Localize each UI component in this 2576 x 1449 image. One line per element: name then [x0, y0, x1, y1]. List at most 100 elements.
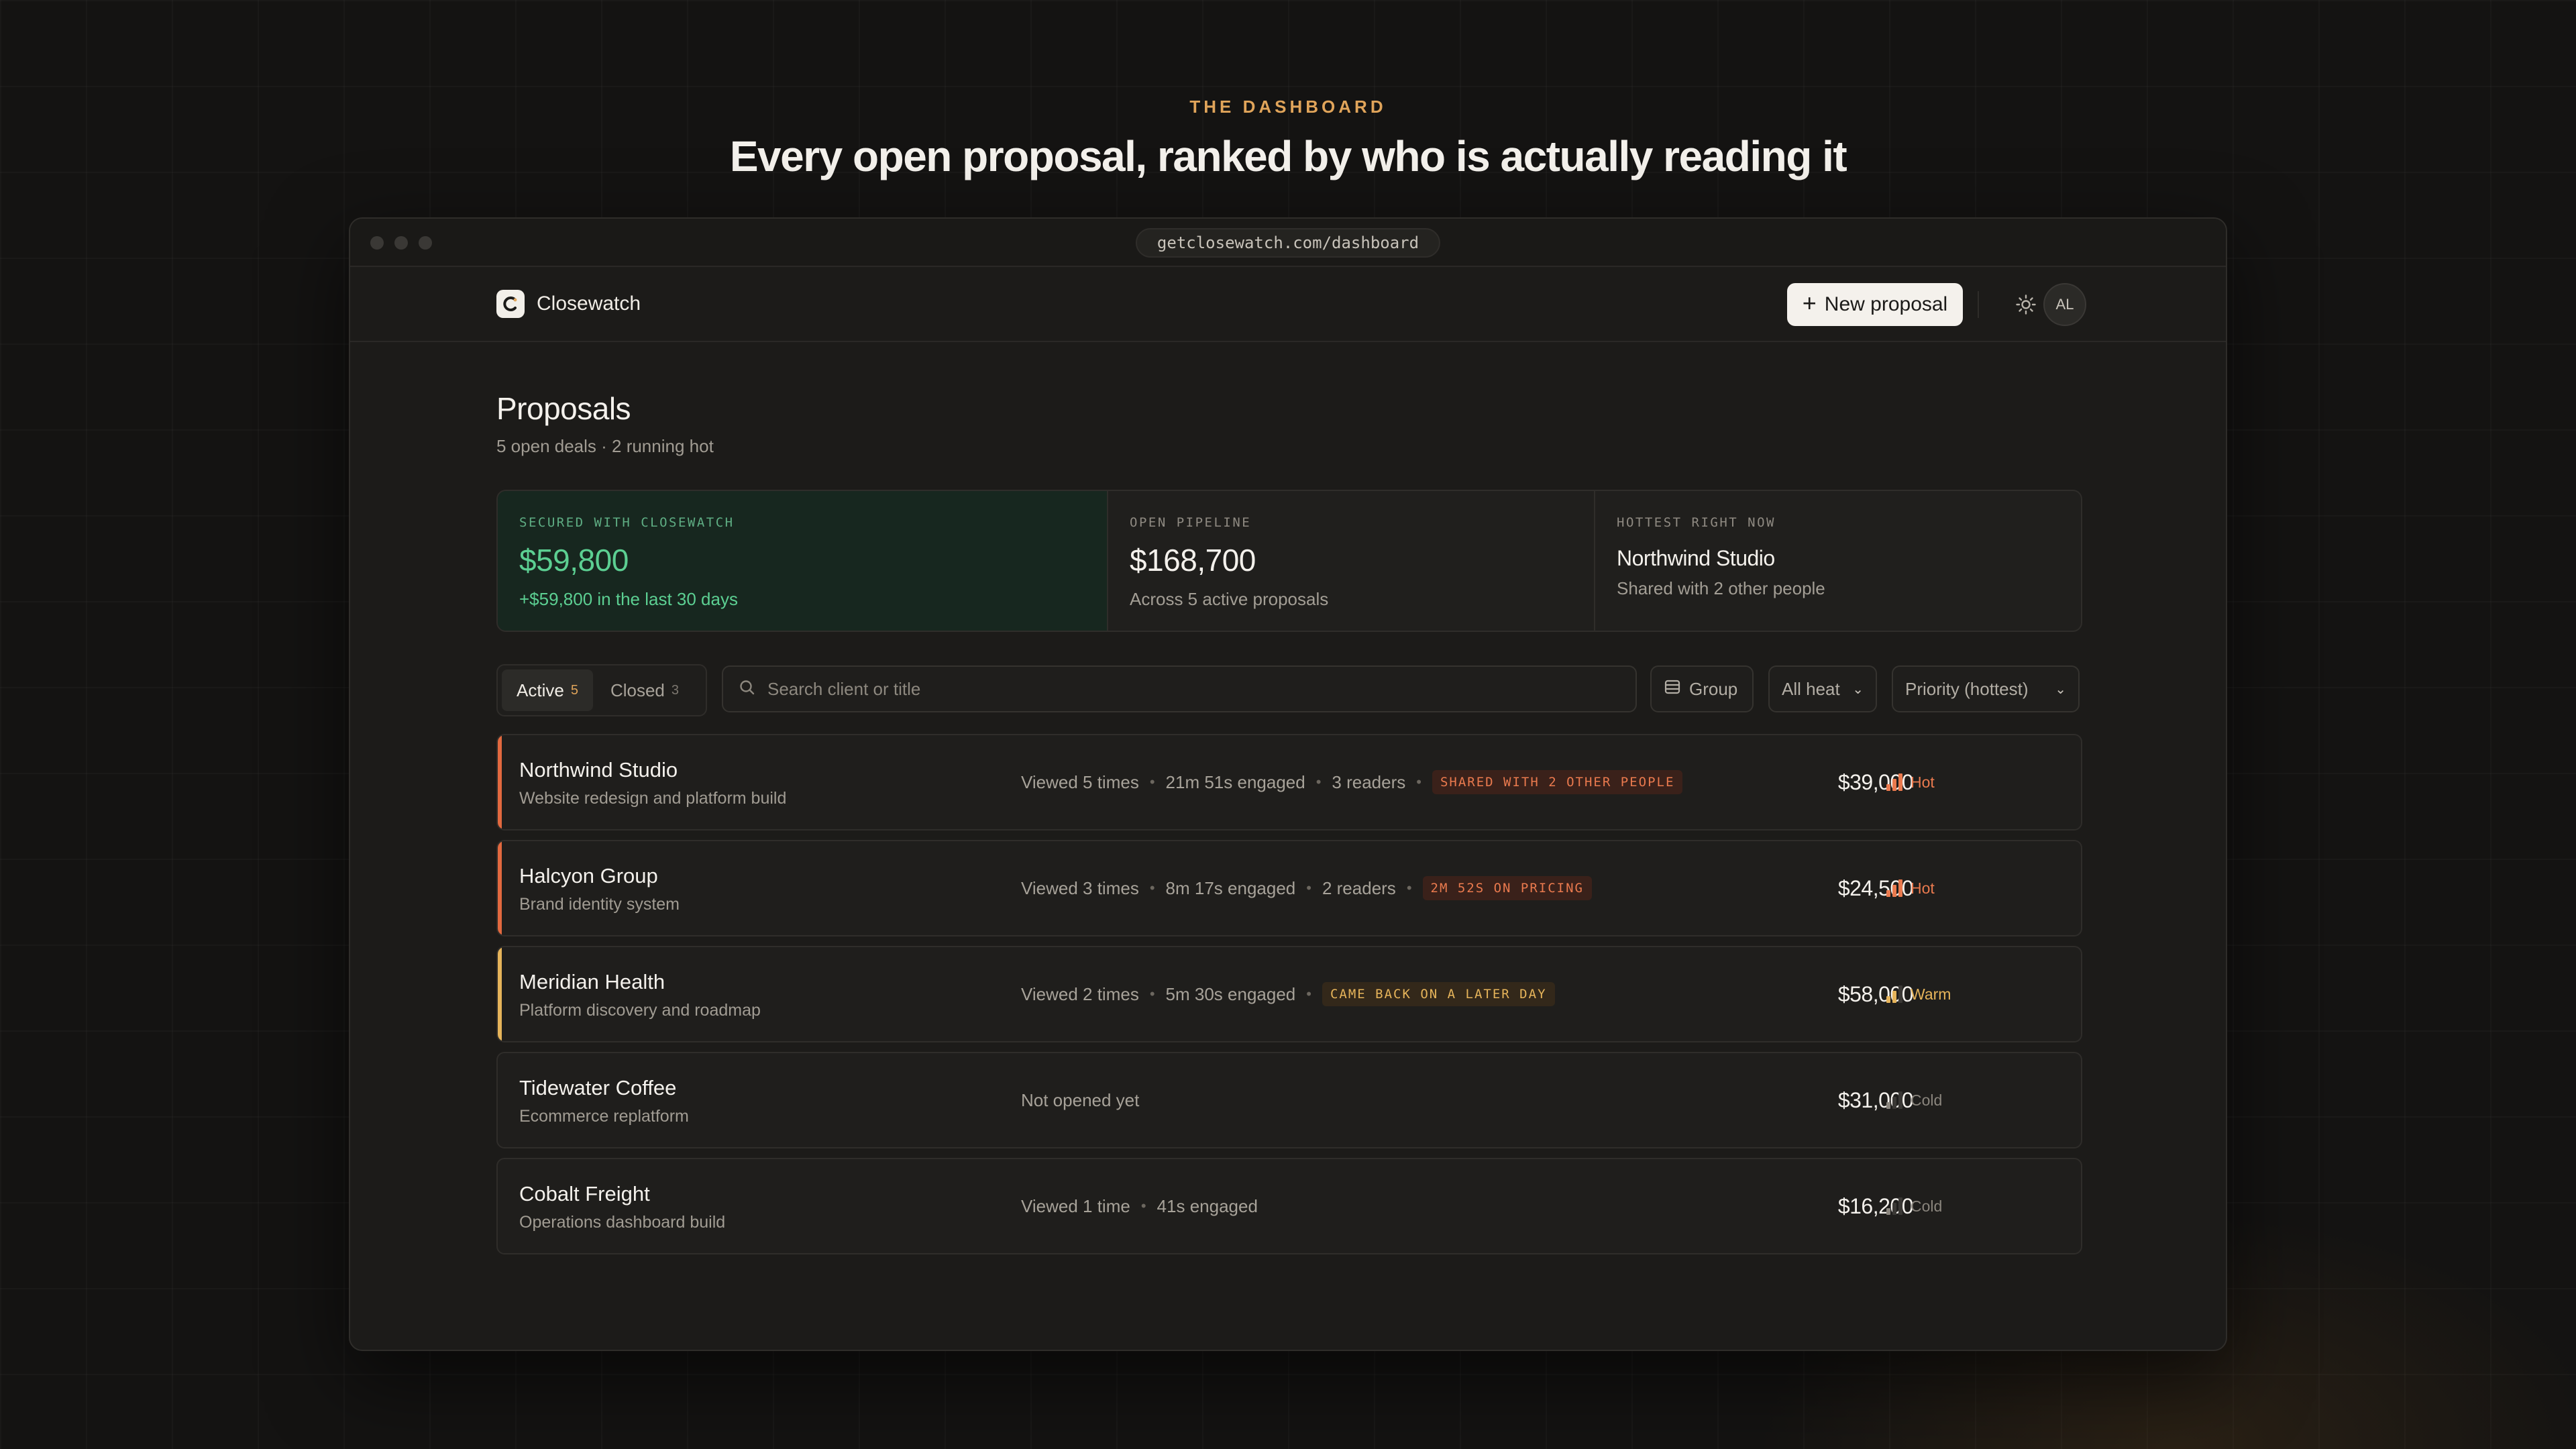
proposal-title: Ecommerce replatform [519, 1107, 689, 1126]
heat-label: Hot [1911, 773, 1935, 791]
address-bar[interactable]: getclosewatch.com/dashboard [1135, 228, 1441, 258]
avatar[interactable]: AL [2043, 283, 2086, 326]
client-name: Tidewater Coffee [519, 1076, 677, 1099]
minimize-dot[interactable] [394, 236, 408, 250]
signal-bars-icon [1886, 985, 1902, 1003]
meta-item: 41s engaged [1157, 1195, 1258, 1216]
meta-separator: • [1149, 879, 1155, 896]
client-name: Northwind Studio [519, 758, 678, 782]
stat-note: +$59,800 in the last 30 days [519, 589, 738, 609]
proposal-row[interactable]: Tidewater Coffee Ecommerce replatform Not … [496, 1052, 2082, 1148]
signal-bar [1892, 1203, 1896, 1215]
heat-label: Cold [1911, 1091, 1943, 1109]
stat-value: $168,700 [1130, 543, 1256, 578]
meta-item: 21m 51s engaged [1165, 771, 1305, 792]
heat-accent-bar [498, 841, 502, 935]
engagement-meta: Viewed 5 times • 21m 51s engaged • 3 readers… [1021, 735, 1683, 829]
tab-label: Closed [610, 680, 665, 700]
meta-separator: • [1149, 985, 1155, 1002]
meta-item: Not opened yet [1021, 1089, 1140, 1110]
heat-label: Warm [1911, 985, 1951, 1003]
window-controls [370, 236, 432, 250]
meta-separator: • [1416, 773, 1421, 790]
close-dot[interactable] [370, 236, 384, 250]
tab-count: 5 [570, 682, 578, 698]
stat-label: SECURED WITH CLOSEWATCH [519, 515, 735, 530]
group-button[interactable]: Group [1650, 665, 1754, 712]
heat-accent-bar [498, 1159, 502, 1253]
signal-bars-icon [1886, 1197, 1902, 1215]
group-icon [1664, 678, 1681, 700]
heat-indicator: Warm [1886, 947, 1951, 1041]
stat-secured: SECURED WITH CLOSEWATCH $59,800 +$59,800… [498, 491, 1107, 631]
meta-item: 5m 30s engaged [1165, 983, 1296, 1004]
signal-bar [1892, 885, 1896, 897]
brand[interactable]: Closewatch [496, 290, 641, 318]
stat-value: $59,800 [519, 543, 629, 578]
search-icon [738, 678, 757, 700]
meta-item: 3 readers [1332, 771, 1406, 792]
signal-bar [1892, 1097, 1896, 1109]
meta-separator: • [1316, 773, 1322, 790]
stat-pipeline: OPEN PIPELINE $168,700 Across 5 active p… [1107, 491, 1594, 631]
client-name: Cobalt Freight [519, 1182, 650, 1205]
signal-tag: 2M 52S ON PRICING [1422, 876, 1592, 900]
stats-panel: SECURED WITH CLOSEWATCH $59,800 +$59,800… [496, 490, 2082, 632]
maximize-dot[interactable] [419, 236, 432, 250]
chevron-down-icon: ⌄ [1852, 682, 1864, 697]
proposal-row[interactable]: Halcyon Group Brand identity system Viewed… [496, 840, 2082, 936]
page-subtitle: 5 open deals · 2 running hot [496, 436, 714, 456]
heat-indicator: Cold [1886, 1159, 1942, 1253]
proposal-row[interactable]: Meridian Health Platform discovery and ro… [496, 946, 2082, 1042]
search-input[interactable] [767, 678, 1635, 700]
stat-note: Shared with 2 other people [1617, 578, 1825, 598]
heat-filter-select[interactable]: All heat ⌄ [1768, 665, 1877, 712]
heat-accent-bar [498, 1053, 502, 1147]
signal-bar [1898, 773, 1902, 791]
engagement-meta: Viewed 3 times • 8m 17s engaged • 2 readers •… [1021, 841, 1592, 935]
new-proposal-button[interactable]: + New proposal [1787, 283, 1963, 326]
signal-tag: CAME BACK ON A LATER DAY [1322, 982, 1555, 1006]
signal-bar [1886, 890, 1890, 897]
section-eyebrow: THE DASHBOARD [1189, 97, 1387, 117]
meta-item: 8m 17s engaged [1165, 877, 1296, 898]
signal-bar [1886, 1208, 1890, 1215]
closewatch-logo-icon [496, 290, 525, 318]
heat-filter-value: All heat [1782, 678, 1840, 699]
status-tabs: Active 5 Closed 3 [496, 664, 707, 716]
meta-item: Viewed 1 time [1021, 1195, 1130, 1216]
signal-bar [1886, 784, 1890, 791]
heat-label: Hot [1911, 879, 1935, 897]
proposal-title: Brand identity system [519, 895, 680, 914]
client-name: Meridian Health [519, 970, 665, 994]
meta-separator: • [1306, 985, 1311, 1002]
stat-hottest[interactable]: HOTTEST RIGHT NOW Northwind Studio Share… [1594, 491, 2081, 631]
proposal-title: Operations dashboard build [519, 1213, 726, 1232]
meta-item: Viewed 3 times [1021, 877, 1139, 898]
engagement-meta: Viewed 2 times • 5m 30s engaged • CAME BACK … [1021, 947, 1555, 1041]
filter-toolbar: Active 5 Closed 3 Search client or title… [496, 663, 2082, 716]
meta-separator: • [1149, 773, 1155, 790]
sort-select[interactable]: Priority (hottest) ⌄ [1892, 665, 2080, 712]
page-title: Proposals [496, 391, 631, 426]
search-box [722, 665, 1637, 712]
heat-indicator: Hot [1886, 841, 1935, 935]
tab-active[interactable]: Active 5 [502, 669, 593, 711]
heat-indicator: Cold [1886, 1053, 1942, 1147]
proposal-row[interactable]: Cobalt Freight Operations dashboard build… [496, 1158, 2082, 1254]
nav-divider [1978, 291, 1979, 318]
meta-separator: • [1406, 879, 1412, 896]
stat-label: HOTTEST RIGHT NOW [1617, 515, 1776, 530]
proposal-row[interactable]: Northwind Studio Website redesign and pla… [496, 734, 2082, 830]
heat-indicator: Hot [1886, 735, 1935, 829]
browser-chrome: getclosewatch.com/dashboard [350, 219, 2226, 267]
meta-separator: • [1140, 1197, 1146, 1214]
sun-icon[interactable] [2015, 294, 2037, 319]
brand-name: Closewatch [537, 292, 641, 315]
client-name: Halcyon Group [519, 864, 658, 888]
proposal-title: Platform discovery and roadmap [519, 1001, 761, 1020]
tab-closed[interactable]: Closed 3 [596, 669, 694, 711]
heat-label: Cold [1911, 1197, 1943, 1215]
chevron-down-icon: ⌄ [2055, 682, 2066, 697]
signal-bars-icon [1886, 879, 1902, 897]
